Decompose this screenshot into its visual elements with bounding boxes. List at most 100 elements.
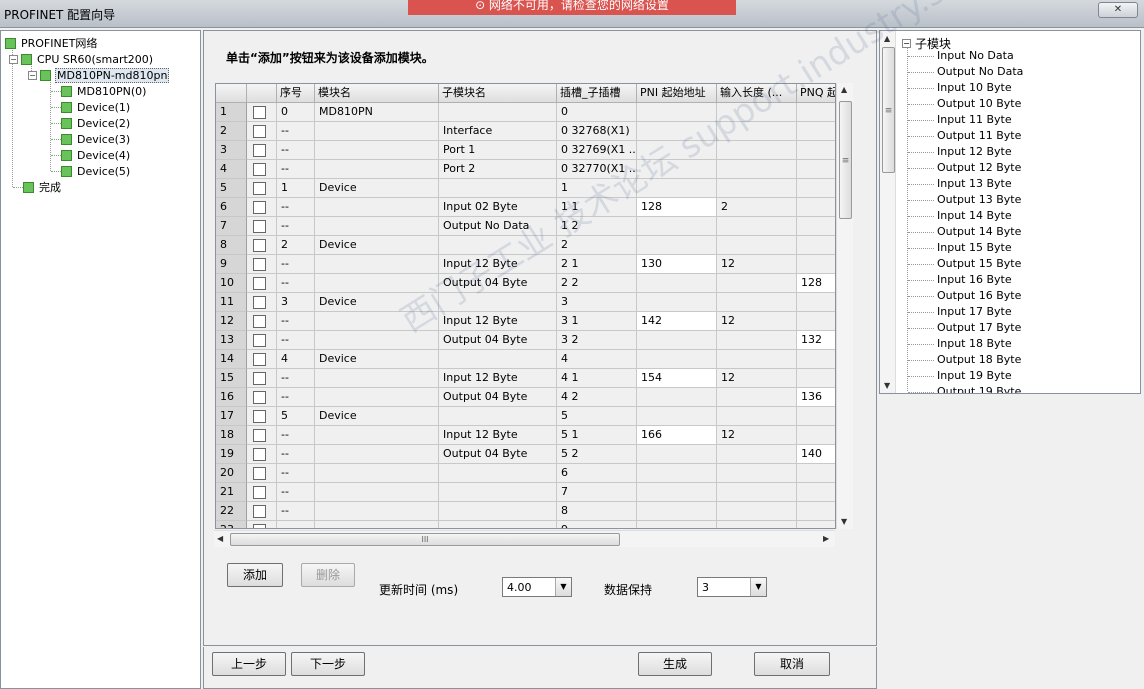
table-row[interactable]: 21 -- 7 (216, 483, 835, 502)
slot-cell[interactable]: 4 2 (557, 388, 637, 407)
row-select-cell[interactable] (247, 464, 277, 483)
row-select-cell[interactable] (247, 217, 277, 236)
input-length-cell[interactable] (717, 217, 797, 236)
pnq-start-cell[interactable] (797, 141, 835, 160)
slot-cell[interactable]: 4 (557, 350, 637, 369)
pnq-start-cell[interactable]: 128 (797, 274, 835, 293)
module-name-cell[interactable] (315, 502, 439, 521)
row-select-cell[interactable] (247, 312, 277, 331)
tree-node[interactable]: − MD810PN-md810pn (28, 67, 170, 83)
input-length-cell[interactable]: 12 (717, 312, 797, 331)
row-select-cell[interactable] (247, 483, 277, 502)
pni-start-cell[interactable] (637, 141, 717, 160)
row-checkbox[interactable] (253, 409, 266, 423)
input-length-cell[interactable] (717, 521, 797, 528)
module-name-cell[interactable] (315, 388, 439, 407)
cancel-button[interactable]: 取消 (754, 652, 830, 676)
seq-cell[interactable]: -- (277, 198, 315, 217)
scroll-up-icon[interactable]: ▲ (884, 34, 890, 43)
seq-cell[interactable]: -- (277, 388, 315, 407)
row-checkbox[interactable] (253, 257, 266, 271)
submodule-name-cell[interactable]: Output No Data (439, 217, 557, 236)
row-checkbox[interactable] (253, 390, 266, 404)
seq-cell[interactable]: -- (277, 445, 315, 464)
submodule-item[interactable]: Output 19 Byte (937, 384, 1021, 393)
row-select-cell[interactable] (247, 198, 277, 217)
row-checkbox[interactable] (253, 276, 266, 290)
module-name-cell[interactable]: Device (315, 179, 439, 198)
input-length-cell[interactable]: 2 (717, 198, 797, 217)
input-length-cell[interactable] (717, 179, 797, 198)
row-checkbox[interactable] (253, 447, 266, 461)
slot-cell[interactable]: 2 2 (557, 274, 637, 293)
collapse-icon[interactable]: − (28, 70, 37, 80)
next-button[interactable]: 下一步 (291, 652, 365, 676)
input-length-cell[interactable]: 12 (717, 369, 797, 388)
slot-cell[interactable]: 8 (557, 502, 637, 521)
submodule-item[interactable]: Input 17 Byte (937, 304, 1012, 320)
submodule-item[interactable]: Output No Data (937, 64, 1023, 80)
seq-cell[interactable]: 5 (277, 407, 315, 426)
row-select-cell[interactable] (247, 407, 277, 426)
seq-cell[interactable]: -- (277, 521, 315, 528)
prev-button[interactable]: 上一步 (212, 652, 286, 676)
module-name-cell[interactable] (315, 122, 439, 141)
pni-start-cell[interactable] (637, 407, 717, 426)
table-row[interactable]: 14 4 Device 4 (216, 350, 835, 369)
module-name-cell[interactable] (315, 141, 439, 160)
seq-cell[interactable]: -- (277, 312, 315, 331)
submodule-name-cell[interactable] (439, 407, 557, 426)
seq-cell[interactable]: 0 (277, 103, 315, 122)
scroll-down-icon[interactable]: ▼ (884, 381, 890, 390)
chevron-down-icon[interactable]: ▼ (750, 578, 766, 596)
input-length-cell[interactable] (717, 388, 797, 407)
scroll-down-icon[interactable]: ▼ (841, 517, 847, 526)
row-select-cell[interactable] (247, 255, 277, 274)
pnq-start-cell[interactable] (797, 426, 835, 445)
slot-cell[interactable]: 4 1 (557, 369, 637, 388)
submodule-item[interactable]: Input No Data (937, 48, 1014, 64)
input-length-cell[interactable] (717, 236, 797, 255)
scroll-right-icon[interactable]: ▶ (823, 534, 829, 543)
pni-start-cell[interactable] (637, 464, 717, 483)
submodule-item[interactable]: Output 12 Byte (937, 160, 1021, 176)
row-select-cell[interactable] (247, 103, 277, 122)
module-name-cell[interactable]: Device (315, 236, 439, 255)
header-slot[interactable]: 插槽_子插槽 (557, 84, 637, 103)
submodule-name-cell[interactable]: Output 04 Byte (439, 274, 557, 293)
submodule-name-cell[interactable] (439, 293, 557, 312)
table-row[interactable]: 4 -- Port 20 32770(X1 ... (216, 160, 835, 179)
slot-cell[interactable]: 5 1 (557, 426, 637, 445)
row-checkbox[interactable] (253, 238, 266, 252)
submodule-name-cell[interactable]: Port 1 (439, 141, 557, 160)
table-row[interactable]: 10 -- Output 04 Byte 2 2 128 (216, 274, 835, 293)
submodule-name-cell[interactable]: Input 12 Byte (439, 426, 557, 445)
slot-cell[interactable]: 1 1 (557, 198, 637, 217)
module-name-cell[interactable] (315, 312, 439, 331)
pni-start-cell[interactable] (637, 388, 717, 407)
pnq-start-cell[interactable] (797, 464, 835, 483)
input-length-cell[interactable] (717, 331, 797, 350)
input-length-cell[interactable] (717, 502, 797, 521)
submodule-scrollbar[interactable]: ▲ ≡ ▼ (880, 31, 896, 393)
input-length-cell[interactable] (717, 293, 797, 312)
submodule-item[interactable]: Input 11 Byte (937, 112, 1012, 128)
seq-cell[interactable]: -- (277, 274, 315, 293)
module-name-cell[interactable]: MD810PN (315, 103, 439, 122)
module-name-cell[interactable] (315, 445, 439, 464)
submodule-name-cell[interactable] (439, 103, 557, 122)
module-name-cell[interactable] (315, 464, 439, 483)
pnq-start-cell[interactable] (797, 312, 835, 331)
slot-cell[interactable]: 3 2 (557, 331, 637, 350)
row-select-cell[interactable] (247, 369, 277, 388)
table-row[interactable]: 13 -- Output 04 Byte 3 2 132 (216, 331, 835, 350)
submodule-item[interactable]: Output 14 Byte (937, 224, 1021, 240)
collapse-icon[interactable]: − (902, 39, 911, 48)
pni-start-cell[interactable] (637, 445, 717, 464)
pni-start-cell[interactable] (637, 350, 717, 369)
submodule-name-cell[interactable]: Input 12 Byte (439, 312, 557, 331)
input-length-cell[interactable] (717, 141, 797, 160)
seq-cell[interactable]: -- (277, 369, 315, 388)
row-checkbox[interactable] (253, 314, 266, 328)
row-select-cell[interactable] (247, 331, 277, 350)
